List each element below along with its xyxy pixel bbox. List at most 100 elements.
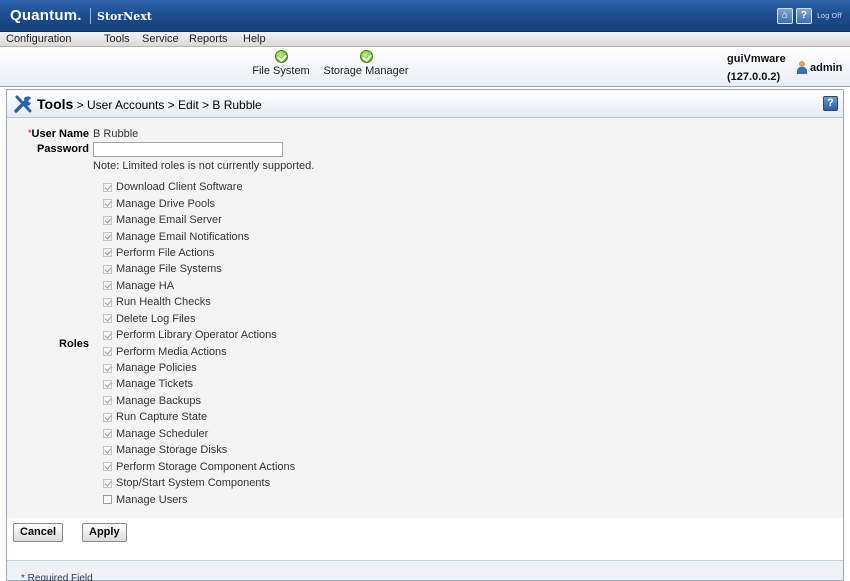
role-label: Manage HA — [116, 279, 175, 292]
menu-bar: Configuration Tools Service Reports Help — [0, 32, 850, 47]
role-label: Delete Log Files — [116, 312, 196, 325]
role-label: Stop/Start System Components — [116, 477, 271, 490]
logoff-link[interactable]: Log Off — [817, 12, 842, 20]
username-value: B Rubble — [93, 128, 139, 140]
role-item: Stop/Start System Components — [103, 475, 295, 491]
status-label: File System — [252, 65, 310, 77]
role-label: Manage Scheduler — [116, 427, 209, 440]
role-label: Perform File Actions — [116, 246, 215, 259]
role-item: Manage Policies — [103, 360, 295, 376]
role-checkbox[interactable] — [103, 314, 112, 324]
role-label: Perform Media Actions — [116, 345, 227, 358]
button-row: Cancel Apply — [7, 519, 843, 549]
role-checkbox[interactable] — [103, 347, 112, 357]
role-checkbox[interactable] — [103, 396, 112, 406]
status-storage-manager[interactable]: Storage Manager — [318, 50, 414, 77]
required-field-note: * Required Field — [21, 573, 93, 581]
role-item: Run Health Checks — [103, 294, 295, 310]
role-item: Manage Email Server — [103, 212, 295, 228]
roles-list: Download Client Software Manage Drive Poo… — [103, 179, 295, 508]
cancel-button[interactable]: Cancel — [13, 523, 64, 542]
role-label: Manage Email Notifications — [116, 230, 250, 243]
home-icon[interactable]: ⌂ — [776, 8, 793, 24]
role-item: Perform File Actions — [103, 245, 295, 261]
role-checkbox[interactable] — [103, 330, 112, 340]
current-user: admin — [796, 61, 842, 74]
role-checkbox[interactable] — [103, 412, 112, 422]
top-banner: Quantum. StorNext ⌂ ? Log Off — [0, 0, 850, 32]
status-bar: File System Storage Manager guiVmware (1… — [0, 47, 850, 87]
role-label: Manage Policies — [116, 362, 197, 375]
role-item: Manage Backups — [103, 393, 295, 409]
check-circle-icon — [359, 50, 373, 63]
role-item: Manage Users — [103, 491, 295, 507]
breadcrumb: Tools > User Accounts > Edit > B Rubble — [37, 96, 262, 112]
role-label: Manage Email Server — [116, 214, 222, 227]
role-checkbox[interactable] — [103, 248, 112, 258]
role-label: Manage Drive Pools — [116, 197, 216, 210]
role-checkbox[interactable] — [103, 478, 112, 488]
role-label: Run Health Checks — [116, 296, 211, 309]
role-checkbox[interactable] — [103, 363, 112, 373]
app-window: Quantum. StorNext ⌂ ? Log Off Configurat… — [0, 0, 850, 581]
role-checkbox[interactable] — [103, 281, 112, 291]
role-checkbox[interactable] — [103, 495, 112, 505]
role-checkbox[interactable] — [103, 429, 112, 439]
user-name: admin — [810, 61, 843, 74]
tools-icon — [14, 95, 32, 113]
password-field[interactable] — [93, 142, 283, 157]
page-title-bar: Tools > User Accounts > Edit > B Rubble … — [7, 90, 843, 118]
role-label: Manage Tickets — [116, 378, 194, 391]
role-item: Manage Tickets — [103, 376, 295, 392]
status-label: Storage Manager — [323, 65, 409, 77]
footer-strip: * Required Field — [7, 560, 843, 581]
menu-help[interactable]: Help — [243, 33, 266, 45]
check-circle-icon — [274, 50, 288, 63]
status-file-system[interactable]: File System — [248, 50, 314, 77]
role-item: Run Capture State — [103, 409, 295, 425]
menu-configuration[interactable]: Configuration — [6, 33, 71, 45]
role-checkbox[interactable] — [103, 462, 112, 472]
menu-service[interactable]: Service — [142, 33, 179, 45]
role-label: Download Client Software — [116, 181, 243, 194]
breadcrumb-path: > User Accounts > Edit > B Rubble — [73, 98, 262, 112]
page-title: Tools — [37, 96, 74, 112]
role-item: Perform Media Actions — [103, 343, 295, 359]
role-item: Manage Scheduler — [103, 426, 295, 442]
role-item: Manage HA — [103, 278, 295, 294]
role-item: Manage Email Notifications — [103, 228, 295, 244]
role-item: Perform Library Operator Actions — [103, 327, 295, 343]
user-edit-form: *User Name B Rubble Password Note: Limit… — [7, 118, 843, 518]
role-checkbox[interactable] — [103, 215, 112, 225]
role-label: Manage Users — [116, 493, 188, 506]
product-name: StorNext — [97, 10, 152, 23]
role-item: Manage Storage Disks — [103, 442, 295, 458]
roles-note: Note: Limited roles is not currently sup… — [93, 160, 315, 172]
role-label: Manage File Systems — [116, 263, 222, 276]
role-label: Perform Library Operator Actions — [116, 329, 277, 342]
role-checkbox[interactable] — [103, 232, 112, 242]
brand-logo: Quantum. — [10, 7, 82, 24]
role-label: Run Capture State — [116, 411, 208, 424]
user-icon — [796, 61, 808, 74]
role-item: Manage Drive Pools — [103, 195, 295, 211]
menu-reports[interactable]: Reports — [189, 33, 228, 45]
role-checkbox[interactable] — [103, 182, 112, 192]
role-checkbox[interactable] — [103, 199, 112, 209]
role-item: Delete Log Files — [103, 311, 295, 327]
content-panel: Tools > User Accounts > Edit > B Rubble … — [6, 89, 844, 581]
role-checkbox[interactable] — [103, 297, 112, 307]
role-label: Perform Storage Component Actions — [116, 460, 296, 473]
help-icon[interactable]: ? — [795, 8, 812, 24]
role-item: Manage File Systems — [103, 261, 295, 277]
menu-tools[interactable]: Tools — [104, 33, 130, 45]
page-help-icon[interactable]: ? — [823, 96, 838, 111]
role-checkbox[interactable] — [103, 445, 112, 455]
username-label: *User Name — [28, 128, 89, 140]
role-checkbox[interactable] — [103, 379, 112, 389]
role-label: Manage Backups — [116, 394, 201, 407]
role-checkbox[interactable] — [103, 264, 112, 274]
apply-button[interactable]: Apply — [82, 523, 127, 542]
brand-divider — [90, 8, 91, 24]
server-ip: (127.0.0.2) — [727, 71, 781, 83]
